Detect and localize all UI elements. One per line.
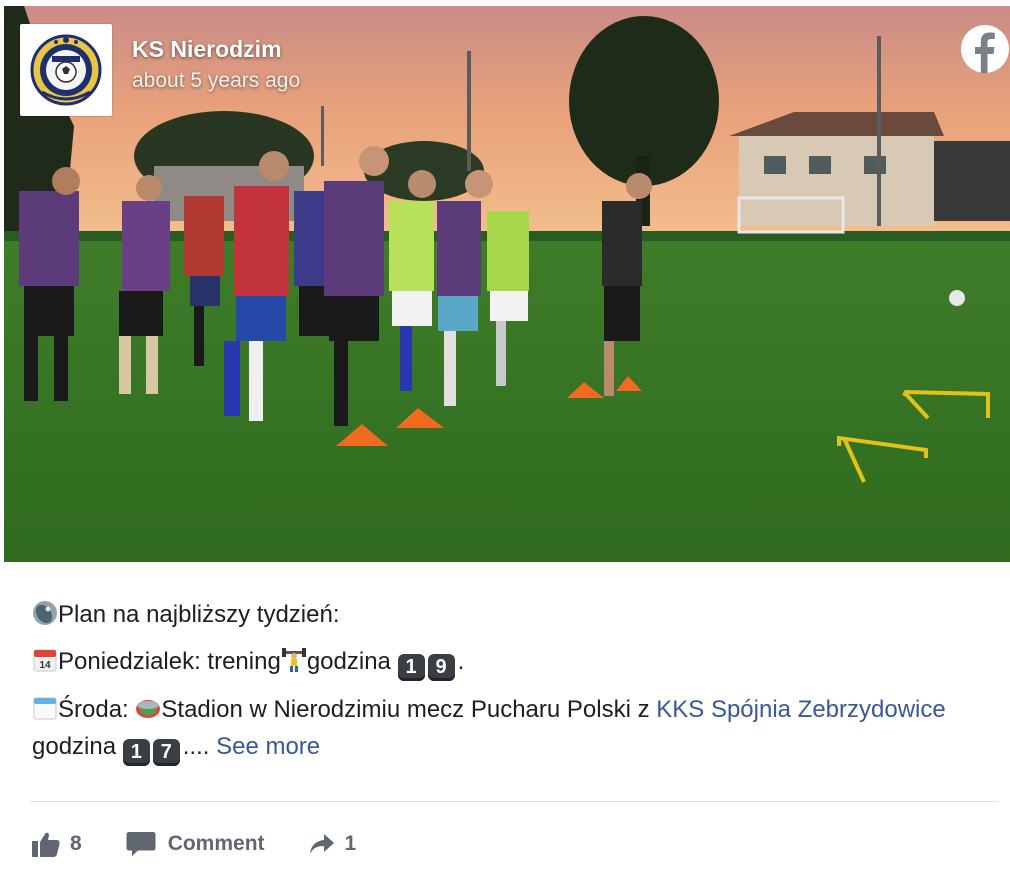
stadium-icon: [136, 700, 161, 718]
comment-button[interactable]: Comment: [126, 831, 265, 857]
monday-hour-label: godzina: [306, 648, 398, 675]
divider: [30, 801, 998, 802]
wednesday-description: Stadion w Nierodzimiu mecz Pucharu Polsk…: [161, 696, 657, 723]
calendar-day-number: 14: [39, 660, 51, 671]
facebook-logo-icon[interactable]: [960, 24, 1010, 74]
keycap-digit: 7: [152, 739, 180, 766]
post-timestamp[interactable]: about 5 years ago: [132, 69, 300, 93]
plan-text: Plan na najbliższy tydzień:: [58, 601, 340, 628]
club-crest-icon: [30, 34, 102, 106]
message-line-monday: 14 Poniedzialek: trening godzina 19.: [32, 643, 982, 681]
share-arrow-icon: [309, 834, 334, 854]
post-message: Plan na najbliższy tydzień: 14 Poniedzia…: [32, 596, 982, 766]
calendar-14-icon: 14: [33, 649, 57, 672]
opponent-page-link[interactable]: KKS Spójnia Zebrzydowice: [656, 696, 945, 723]
monday-period: .: [457, 648, 465, 675]
thumbs-up-icon: [32, 832, 60, 857]
comment-label: Comment: [167, 832, 265, 855]
like-button[interactable]: 8: [32, 831, 82, 857]
satellite-dish-icon: [33, 601, 57, 625]
keycap-digit: 1: [122, 739, 150, 766]
share-count: 1: [344, 832, 357, 855]
like-count: 8: [70, 832, 82, 855]
weightlifter-icon: [281, 648, 306, 672]
keycap-digit: 1: [397, 654, 425, 681]
message-line-plan: Plan na najbliższy tydzień:: [32, 596, 982, 633]
ellipsis-text: ....: [182, 733, 210, 760]
monday-text: Poniedzialek: trening: [58, 648, 281, 675]
wednesday-text: Środa:: [58, 696, 136, 723]
comment-bubble-icon: [126, 832, 156, 856]
message-line-wednesday: Środa: Stadion w Nierodzimiu mecz Puchar…: [32, 691, 982, 766]
share-button[interactable]: 1: [309, 832, 357, 856]
post-actions: 8 Comment 1: [32, 826, 356, 862]
keycap-digit: 9: [427, 654, 455, 681]
post-header: KS Nierodzim about 5 years ago: [20, 24, 300, 116]
wednesday-hour-label: godzina: [32, 733, 123, 760]
spiral-calendar-icon: [33, 697, 57, 720]
facebook-post-card: KS Nierodzim about 5 years ago Plan na n…: [0, 0, 1010, 879]
see-more-link[interactable]: See more: [216, 733, 320, 760]
page-avatar[interactable]: [20, 24, 112, 116]
page-name-link[interactable]: KS Nierodzim: [132, 36, 300, 63]
